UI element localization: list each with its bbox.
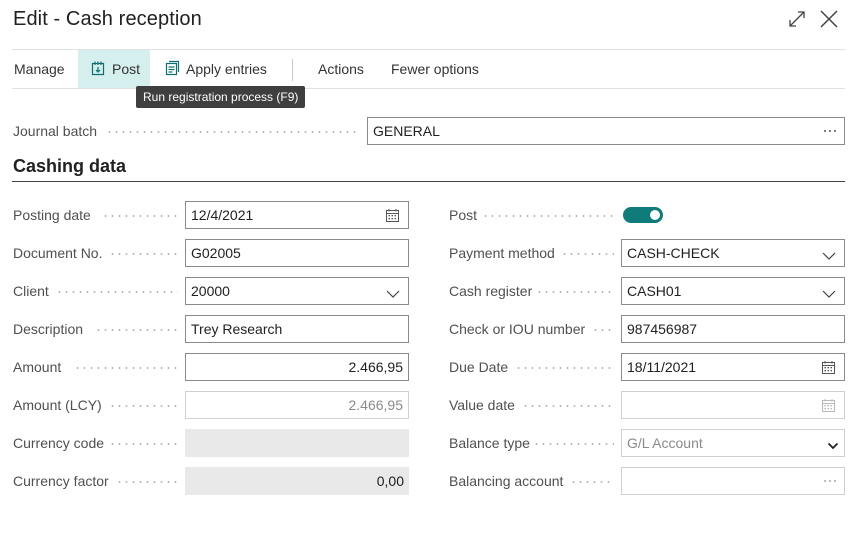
cash-register-value: CASH01 <box>627 283 682 299</box>
leader-dots <box>106 131 360 133</box>
leader-dots <box>56 291 178 293</box>
apply-entries-icon <box>164 60 186 79</box>
posting-date-field[interactable]: 12/4/2021 <box>185 201 409 229</box>
chevron-down-icon[interactable] <box>822 248 836 264</box>
section-divider <box>12 181 845 182</box>
manage-tab[interactable]: Manage <box>14 50 65 88</box>
due-date-value: 18/11/2021 <box>627 359 697 375</box>
description-label: Description <box>13 321 84 337</box>
leader-dots <box>592 329 614 331</box>
fewer-options-button[interactable]: Fewer options <box>391 50 479 88</box>
fewer-options-label: Fewer options <box>391 61 479 77</box>
calendar-icon <box>821 398 836 416</box>
amount-lcy-label: Amount (LCY) <box>13 397 102 413</box>
chevron-down-icon[interactable] <box>822 286 836 302</box>
balance-type-value: G/L Account <box>627 435 703 451</box>
leader-dots <box>482 215 614 217</box>
leader-dots <box>536 291 614 293</box>
balancing-account-field <box>621 467 845 495</box>
payment-method-select[interactable]: CASH-CHECK <box>621 239 845 267</box>
payment-method-value: CASH-CHECK <box>627 245 720 261</box>
apply-entries-label: Apply entries <box>186 61 267 77</box>
currency-factor-field: 0,00 <box>185 467 409 495</box>
post-button[interactable]: Post <box>78 50 150 88</box>
journal-batch-label: Journal batch <box>13 123 98 139</box>
cash-register-label: Cash register <box>449 283 533 299</box>
leader-dots <box>533 443 614 445</box>
posting-date-label: Posting date <box>13 207 91 223</box>
calendar-icon[interactable] <box>385 208 400 226</box>
action-bar: Manage Post Apply entries Actions Fewer … <box>12 49 845 89</box>
description-value: Trey Research <box>191 321 283 337</box>
balance-type-select: G/L Account <box>621 429 845 457</box>
more-options-icon <box>823 472 837 491</box>
balance-type-label: Balance type <box>449 435 530 451</box>
toggle-knob <box>650 210 660 220</box>
check-iou-value: 987456987 <box>627 321 698 337</box>
leader-dots <box>561 253 614 255</box>
chevron-down-icon <box>827 438 839 454</box>
cash-register-select[interactable]: CASH01 <box>621 277 845 305</box>
journal-batch-field[interactable]: GENERAL <box>367 117 845 145</box>
toolbar-separator <box>292 59 293 81</box>
section-title: Cashing data <box>13 156 127 176</box>
post-toggle[interactable] <box>623 207 663 223</box>
value-date-label: Value date <box>449 397 515 413</box>
leader-dots <box>74 367 178 369</box>
post-toggle-label: Post <box>449 207 478 223</box>
post-icon <box>90 60 112 79</box>
apply-entries-button[interactable]: Apply entries <box>164 50 267 88</box>
due-date-label: Due Date <box>449 359 509 375</box>
posting-date-value: 12/4/2021 <box>191 207 254 223</box>
document-no-label: Document No. <box>13 245 103 261</box>
value-date-field <box>621 391 845 419</box>
balancing-account-label: Balancing account <box>449 473 564 489</box>
amount-lcy-field: 2.466,95 <box>185 391 409 419</box>
page-title: Edit - Cash reception <box>13 8 202 30</box>
currency-code-label: Currency code <box>13 435 105 451</box>
due-date-field[interactable]: 18/11/2021 <box>621 353 845 381</box>
leader-dots <box>109 253 178 255</box>
leader-dots <box>515 367 614 369</box>
description-field[interactable]: Trey Research <box>185 315 409 343</box>
document-no-value: G02005 <box>191 245 241 261</box>
leader-dots <box>570 481 614 483</box>
actions-menu[interactable]: Actions <box>318 50 364 88</box>
amount-value: 2.466,95 <box>348 359 404 375</box>
document-no-field[interactable]: G02005 <box>185 239 409 267</box>
leader-dots <box>95 329 178 331</box>
currency-code-field <box>185 429 409 457</box>
currency-factor-value: 0,00 <box>376 473 404 489</box>
amount-label: Amount <box>13 359 62 375</box>
leader-dots <box>102 215 178 217</box>
client-value: 20000 <box>191 283 230 299</box>
amount-lcy-value: 2.466,95 <box>348 397 404 413</box>
leader-dots <box>109 405 178 407</box>
leader-dots <box>109 443 178 445</box>
journal-batch-value: GENERAL <box>373 123 440 139</box>
currency-factor-label: Currency factor <box>13 473 109 489</box>
amount-field[interactable]: 2.466,95 <box>185 353 409 381</box>
chevron-down-icon[interactable] <box>386 286 400 302</box>
post-label: Post <box>112 61 141 77</box>
expand-icon[interactable] <box>786 8 808 30</box>
more-options-icon[interactable] <box>823 122 837 141</box>
leader-dots <box>116 481 178 483</box>
payment-method-label: Payment method <box>449 245 555 261</box>
client-label: Client <box>13 283 49 299</box>
leader-dots <box>522 405 614 407</box>
actions-label: Actions <box>318 61 364 77</box>
post-tooltip: Run registration process (F9) <box>136 86 306 108</box>
close-icon[interactable] <box>818 8 840 30</box>
client-select[interactable]: 20000 <box>185 277 409 305</box>
check-iou-label: Check or IOU number <box>449 321 586 337</box>
manage-label: Manage <box>14 61 65 77</box>
check-iou-field[interactable]: 987456987 <box>621 315 845 343</box>
calendar-icon[interactable] <box>821 360 836 378</box>
